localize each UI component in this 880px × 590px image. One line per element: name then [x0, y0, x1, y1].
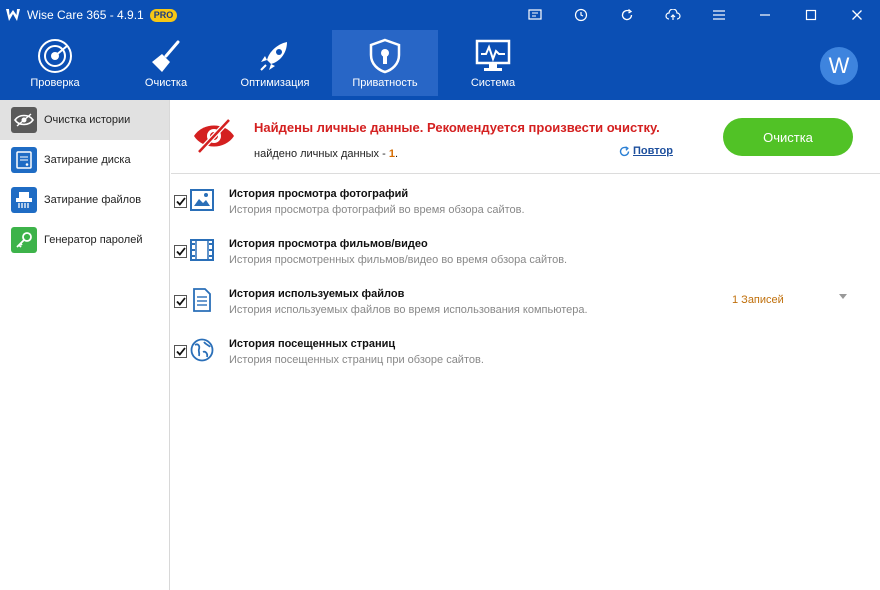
nav-tab-optimize[interactable]: Оптимизация	[222, 30, 328, 96]
shredder-icon	[11, 187, 37, 213]
item-description: История просмотра фотографий во время об…	[229, 204, 525, 216]
alert-subtitle: найдено личных данных - 1.	[254, 148, 398, 160]
item-title: История просмотра фотографий	[229, 188, 409, 200]
maximize-icon	[805, 9, 817, 21]
item-title: История используемых файлов	[229, 288, 405, 300]
disk-icon	[11, 147, 37, 173]
menu-icon	[713, 10, 725, 20]
eye-crossed-icon	[194, 118, 234, 154]
image-icon	[189, 187, 215, 213]
item-checkbox[interactable]	[174, 245, 187, 258]
scan-result-header: Найдены личные данные. Рекомендуется про…	[171, 100, 880, 174]
title-bar: Wise Care 365 - 4.9.1 PRO	[0, 0, 880, 30]
checkmark-icon	[175, 197, 186, 206]
refresh-icon	[619, 145, 630, 156]
sidebar-item-history-cleaner[interactable]: Очистка истории	[0, 100, 169, 140]
radar-icon	[35, 36, 75, 76]
key-icon	[11, 227, 37, 253]
pro-badge: PRO	[149, 8, 178, 22]
found-label: найдено личных данных -	[254, 148, 389, 160]
list-item: История используемых файлов История испо…	[171, 275, 880, 325]
checkmark-icon	[175, 347, 186, 356]
item-description: История просмотренных фильмов/видео во в…	[229, 254, 568, 266]
eye-icon	[11, 107, 37, 133]
window-title: Wise Care 365 - 4.9.1	[27, 8, 144, 22]
minimize-button[interactable]	[742, 0, 788, 30]
nav-label: Приватность	[352, 77, 418, 89]
rocket-icon	[255, 36, 295, 76]
sidebar: Очистка истории Затирание диска Затирани…	[0, 100, 170, 590]
sidebar-item-label: Затирание файлов	[44, 194, 142, 206]
nav-tab-system[interactable]: Система	[440, 30, 546, 96]
sidebar-item-file-shredder[interactable]: Затирание файлов	[0, 180, 169, 220]
nav-label: Оптимизация	[240, 77, 310, 89]
sidebar-item-label: Очистка истории	[44, 114, 131, 126]
sidebar-item-label: Затирание диска	[44, 154, 131, 166]
retry-link[interactable]: Повтор	[619, 145, 673, 157]
nav-tab-clean[interactable]: Очистка	[113, 30, 219, 96]
checkmark-icon	[175, 247, 186, 256]
item-description: История посещенных страниц при обзоре са…	[229, 354, 484, 366]
film-icon	[189, 237, 215, 263]
user-avatar[interactable]: W	[820, 47, 858, 85]
feedback-button[interactable]	[512, 0, 558, 30]
item-checkbox[interactable]	[174, 195, 187, 208]
minimize-icon	[760, 14, 770, 16]
scheduler-button[interactable]	[558, 0, 604, 30]
globe-icon	[189, 337, 215, 363]
refresh-icon	[621, 8, 633, 21]
document-icon	[189, 287, 215, 313]
nav-tab-privacy[interactable]: Приватность	[332, 30, 438, 96]
cloud-icon	[665, 9, 681, 20]
nav-label: Очистка	[144, 77, 188, 89]
sidebar-item-label: Генератор паролей	[44, 234, 143, 246]
checkmark-icon	[175, 297, 186, 306]
menu-button[interactable]	[696, 0, 742, 30]
item-title: История просмотра фильмов/видео	[229, 238, 428, 250]
update-button[interactable]	[604, 0, 650, 30]
list-item: История просмотра фотографий История про…	[171, 175, 880, 225]
sidebar-item-password-generator[interactable]: Генератор паролей	[0, 220, 169, 260]
feedback-icon	[528, 9, 542, 20]
list-item: История посещенных страниц История посещ…	[171, 325, 880, 375]
alert-title: Найдены личные данные. Рекомендуется про…	[254, 120, 660, 135]
app-logo-icon	[6, 9, 20, 21]
main-nav: Проверка Очистка Оптимизация Приватность…	[0, 30, 880, 100]
item-title: История посещенных страниц	[229, 338, 396, 350]
expand-arrow-icon[interactable]	[839, 294, 847, 299]
found-suffix: .	[394, 148, 399, 160]
item-description: История используемых файлов во время исп…	[229, 304, 588, 316]
sidebar-item-disk-eraser[interactable]: Затирание диска	[0, 140, 169, 180]
nav-label: Проверка	[30, 77, 80, 89]
clean-button[interactable]: Очистка	[723, 118, 853, 156]
broom-icon	[146, 36, 186, 76]
nav-tab-scan[interactable]: Проверка	[2, 30, 108, 96]
close-button[interactable]	[834, 0, 880, 30]
item-checkbox[interactable]	[174, 295, 187, 308]
monitor-icon	[473, 36, 513, 76]
close-icon	[852, 10, 862, 20]
retry-label: Повтор	[633, 145, 673, 157]
privacy-items-list: История просмотра фотографий История про…	[171, 175, 880, 375]
shield-icon	[365, 36, 405, 76]
nav-label: Система	[470, 77, 516, 89]
maximize-button[interactable]	[788, 0, 834, 30]
list-item: История просмотра фильмов/видео История …	[171, 225, 880, 275]
clock-icon	[574, 8, 588, 22]
records-count[interactable]: 1 Записей	[732, 294, 784, 306]
cloud-button[interactable]	[650, 0, 696, 30]
item-checkbox[interactable]	[174, 345, 187, 358]
